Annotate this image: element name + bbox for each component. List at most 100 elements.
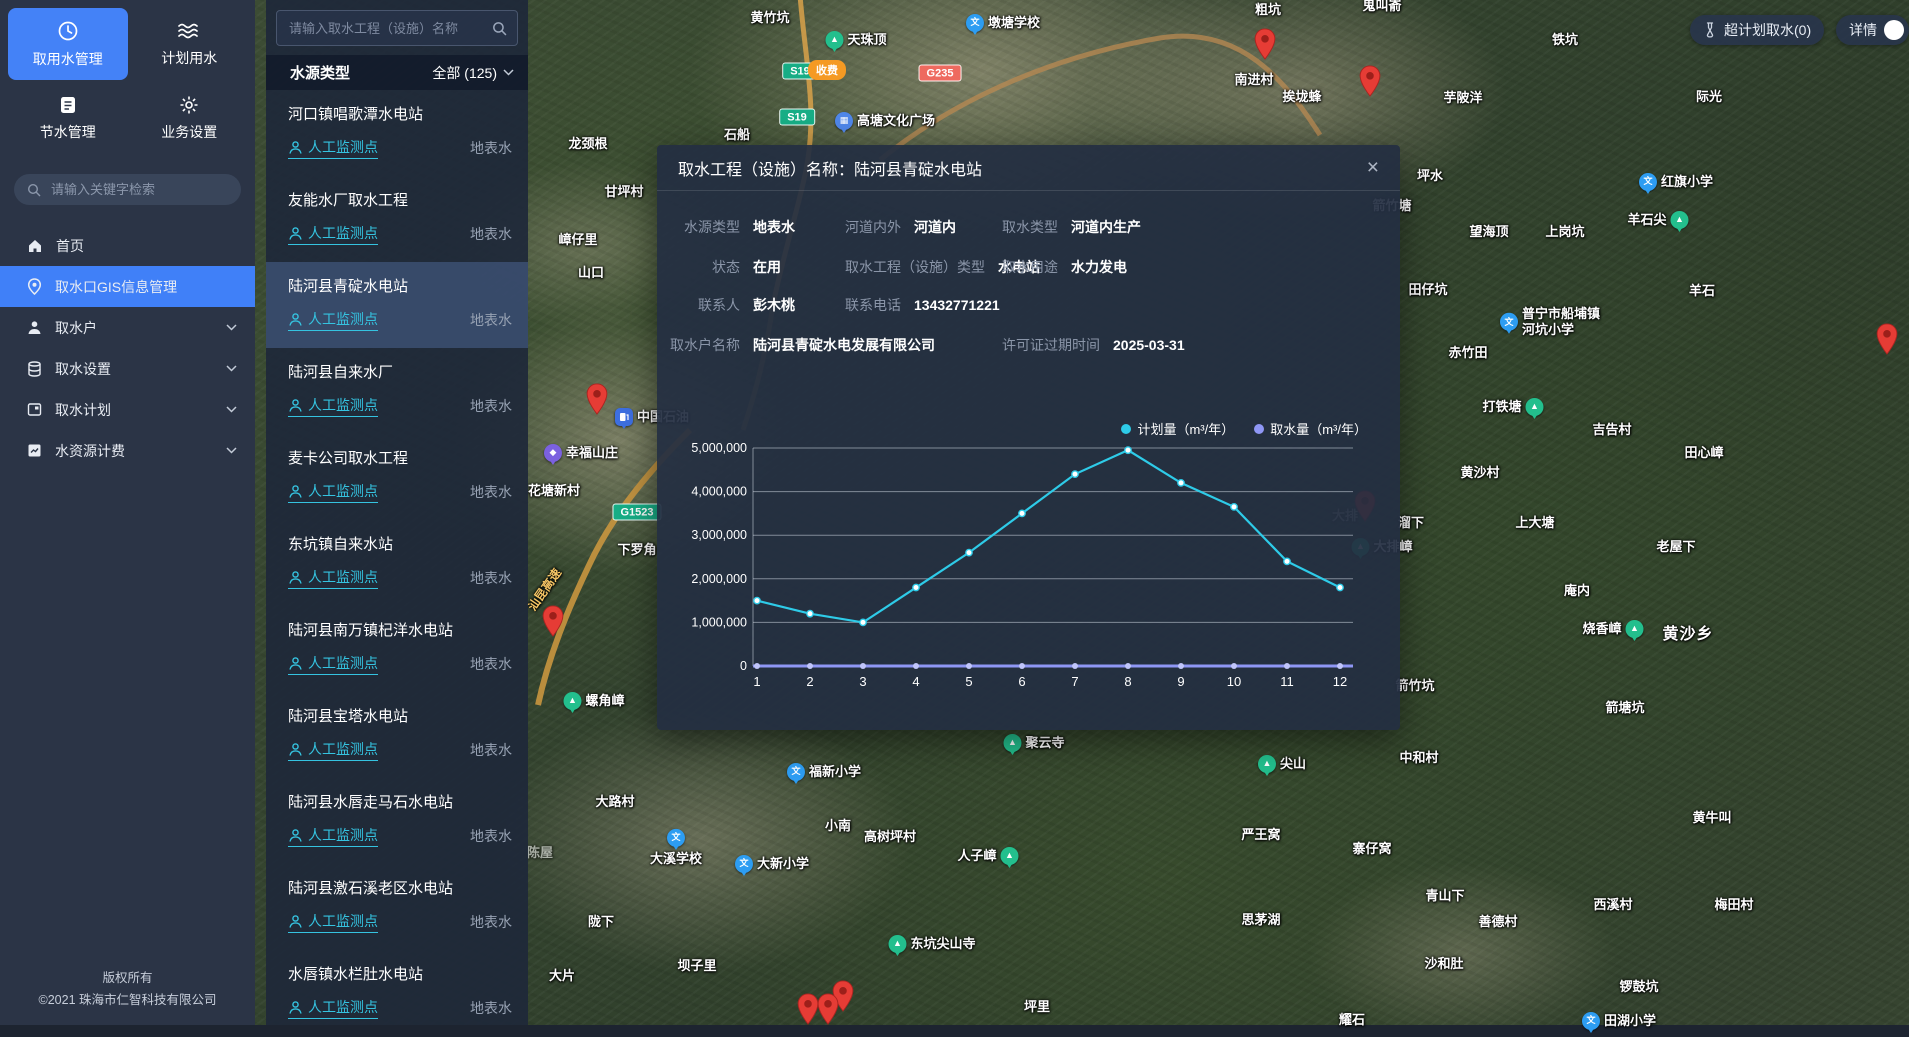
svg-text:2,000,000: 2,000,000: [691, 572, 747, 586]
sidebar-item-4[interactable]: 取水设置: [0, 348, 255, 389]
map-label-plain: 山口: [578, 265, 604, 281]
plan-series-point[interactable]: [913, 584, 919, 590]
manual-monitor-link[interactable]: 人工监测点: [288, 825, 378, 847]
map-label-text: 赤竹田: [1448, 345, 1487, 361]
red-map-pin[interactable]: [586, 383, 609, 415]
manual-monitor-link[interactable]: 人工监测点: [288, 739, 378, 761]
manual-monitor-link[interactable]: 人工监测点: [288, 653, 378, 675]
svg-text:10: 10: [1227, 674, 1241, 689]
chevron-down-icon: [226, 324, 237, 331]
plan-icon: [27, 402, 42, 417]
svg-text:0: 0: [740, 659, 747, 673]
chart-svg: 01,000,0002,000,0003,000,0004,000,0005,0…: [689, 428, 1379, 698]
station-list-item[interactable]: 水唇镇水栏肚水电站人工监测点地表水: [266, 950, 528, 1025]
plan-series-point[interactable]: [966, 549, 972, 555]
flask-icon: [1703, 22, 1717, 38]
manual-monitor-link[interactable]: 人工监测点: [288, 223, 378, 245]
manual-monitor-link[interactable]: 人工监测点: [288, 481, 378, 503]
map-label-text: 人子嶂: [957, 848, 996, 864]
station-list: 河口镇唱歌潭水电站人工监测点地表水友能水厂取水工程人工监测点地表水陆河县青碇水电…: [266, 90, 528, 1025]
station-list-item[interactable]: 麦卡公司取水工程人工监测点地表水: [266, 434, 528, 520]
map-label-text: 嶂仔里: [558, 232, 597, 248]
red-map-pin[interactable]: [797, 993, 820, 1025]
plan-series-point[interactable]: [754, 597, 760, 603]
red-map-pin[interactable]: [817, 993, 840, 1025]
sidebar-item-label: 取水设置: [55, 359, 213, 379]
map-label-plain: 挨垅蜂: [1282, 89, 1321, 105]
station-list-item[interactable]: 河口镇唱歌潭水电站人工监测点地表水: [266, 90, 528, 176]
red-map-pin[interactable]: [1359, 65, 1382, 97]
sidebar-item-3[interactable]: 取水户: [0, 307, 255, 348]
mountain-icon: ▲: [1526, 398, 1544, 416]
station-list-item[interactable]: 陆河县南万镇杞洋水电站人工监测点地表水: [266, 606, 528, 692]
map-label-text: 黄竹坑: [750, 10, 789, 26]
sidebar-item-2[interactable]: 取水口GIS信息管理: [0, 266, 255, 307]
map-label-text: 山口: [578, 265, 604, 281]
manual-monitor-link[interactable]: 人工监测点: [288, 309, 378, 331]
person-icon: [288, 914, 303, 929]
plan-series-point[interactable]: [1231, 504, 1237, 510]
map-label-school: 文田湖小学: [1582, 1012, 1656, 1030]
plan-series-point[interactable]: [1337, 584, 1343, 590]
app-item-4[interactable]: 业务设置: [130, 82, 250, 154]
app-item-3[interactable]: 节水管理: [8, 82, 128, 154]
sidebar-search-input[interactable]: [49, 181, 229, 198]
station-list-item[interactable]: 陆河县自来水厂人工监测点地表水: [266, 348, 528, 434]
map-label-text: 挨垅蜂: [1282, 89, 1321, 105]
sidebar-item-6[interactable]: 水资源计费: [0, 430, 255, 471]
station-list-item[interactable]: 陆河县宝塔水电站人工监测点地表水: [266, 692, 528, 778]
plan-series-point[interactable]: [1284, 558, 1290, 564]
map-label-plain: 大片: [549, 968, 575, 984]
person-icon: [288, 312, 303, 327]
station-detail-modal: 取水工程（设施）名称：陆河县青碇水电站 × 水源类型地表水河道内外河道内取水类型…: [657, 145, 1400, 730]
red-map-pin[interactable]: [1876, 323, 1899, 355]
svg-text:7: 7: [1071, 674, 1078, 689]
manual-monitor-link[interactable]: 人工监测点: [288, 395, 378, 417]
station-list-item[interactable]: 友能水厂取水工程人工监测点地表水: [266, 176, 528, 262]
manual-monitor-link[interactable]: 人工监测点: [288, 911, 378, 933]
map-label-plain: 上岗坑: [1545, 224, 1584, 240]
station-meta: 人工监测点地表水: [288, 911, 512, 933]
plan-series-point[interactable]: [807, 610, 813, 616]
station-search[interactable]: [276, 10, 518, 46]
filter-value-dropdown[interactable]: 全部 (125): [432, 63, 514, 83]
road-badge-S19: S19: [779, 109, 815, 126]
station-list-item[interactable]: 陆河县激石溪老区水电站人工监测点地表水: [266, 864, 528, 950]
sidebar-item-5[interactable]: 取水计划: [0, 389, 255, 430]
plan-series-point[interactable]: [1125, 447, 1131, 453]
station-list-item[interactable]: 陆河县青碇水电站人工监测点地表水: [266, 262, 528, 348]
temple-icon: ▲: [1003, 734, 1021, 752]
close-icon[interactable]: ×: [1367, 157, 1379, 178]
sidebar-item-1[interactable]: 首页: [0, 225, 255, 266]
red-map-pin[interactable]: [542, 605, 565, 637]
source-type-filter: 水源类型 全部 (125): [266, 55, 528, 90]
station-meta: 人工监测点 地表水: [288, 137, 512, 159]
toggle-knob[interactable]: [1884, 20, 1904, 40]
map-label-text: 田湖小学: [1604, 1013, 1656, 1029]
map-label-text: 庵内: [1564, 583, 1590, 599]
station-search-input[interactable]: [287, 20, 484, 37]
plan-series-point[interactable]: [1019, 510, 1025, 516]
svg-text:12: 12: [1333, 674, 1347, 689]
map-label-school: 文福新小学: [787, 763, 861, 781]
manual-monitor-link[interactable]: 人工监测点: [288, 137, 378, 159]
map-label-blue: ▦高塘文化广场: [835, 112, 935, 130]
manual-monitor-link[interactable]: 人工监测点: [288, 567, 378, 589]
search-icon[interactable]: [492, 21, 507, 36]
plan-series-point[interactable]: [860, 619, 866, 625]
map-label-plain: 龙颈根: [568, 136, 607, 152]
over-plan-intake-button[interactable]: 超计划取水(0): [1690, 15, 1824, 45]
app-item-2[interactable]: 计划用水: [130, 8, 250, 80]
water-source-type: 地表水: [470, 138, 512, 158]
detail-toggle[interactable]: 详情: [1836, 15, 1909, 45]
map-label-mountain: ▲尖山: [1258, 755, 1306, 773]
manual-monitor-link[interactable]: 人工监测点: [288, 997, 378, 1019]
map-label-text: 田心嶂: [1684, 445, 1723, 461]
app-item-1[interactable]: 取用水管理: [8, 8, 128, 80]
red-map-pin[interactable]: [1254, 28, 1277, 60]
station-list-item[interactable]: 陆河县水唇走马石水电站人工监测点地表水: [266, 778, 528, 864]
station-list-item[interactable]: 东坑镇自来水站人工监测点地表水: [266, 520, 528, 606]
sidebar-search[interactable]: [14, 174, 241, 205]
plan-series-point[interactable]: [1072, 471, 1078, 477]
plan-series-point[interactable]: [1178, 480, 1184, 486]
